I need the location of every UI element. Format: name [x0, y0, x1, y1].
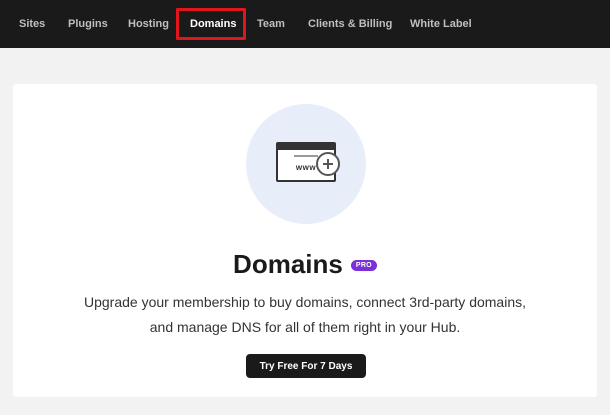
browser-address-line	[294, 155, 318, 157]
nav-item-white-label[interactable]: White Label	[410, 0, 472, 48]
nav-item-plugins[interactable]: Plugins	[68, 0, 108, 48]
domains-illustration: www	[246, 104, 366, 224]
nav-item-team[interactable]: Team	[257, 0, 285, 48]
pro-badge: PRO	[350, 259, 377, 271]
plus-circle-icon	[316, 152, 340, 176]
heading-row: Domains PRO	[13, 247, 597, 281]
nav-item-sites[interactable]: Sites	[19, 0, 45, 48]
top-navigation: Sites Plugins Hosting Domains Team Clien…	[0, 0, 610, 48]
description-line-2: and manage DNS for all of them right in …	[149, 319, 461, 335]
nav-item-hosting[interactable]: Hosting	[128, 0, 169, 48]
browser-title-bar	[278, 144, 334, 150]
description-line-1: Upgrade your membership to buy domains, …	[84, 294, 526, 310]
description: Upgrade your membership to buy domains, …	[13, 290, 597, 340]
nav-item-domains[interactable]: Domains	[190, 0, 236, 48]
page-title: Domains	[233, 248, 343, 279]
try-free-button[interactable]: Try Free For 7 Days	[246, 354, 366, 378]
nav-item-clients-billing[interactable]: Clients & Billing	[308, 0, 392, 48]
domains-upsell-card: www Domains PRO Upgrade your membership …	[13, 84, 597, 397]
